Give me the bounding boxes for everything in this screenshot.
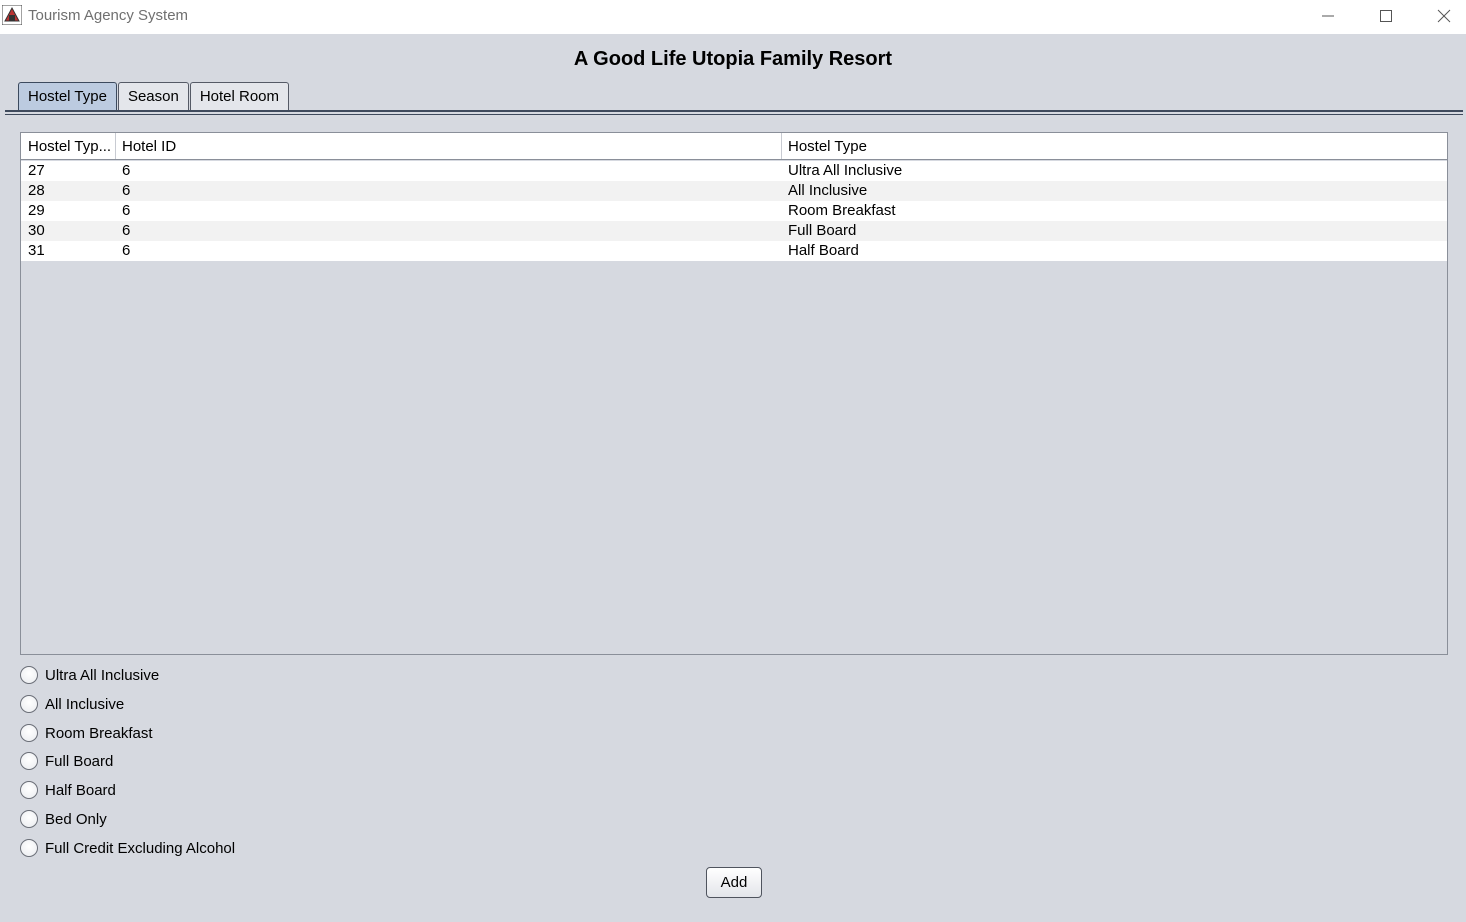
radio-button-icon[interactable]: [20, 810, 38, 828]
cell-hostel-type-id: 28: [28, 182, 45, 199]
window-title: Tourism Agency System: [28, 7, 189, 24]
table-row[interactable]: 28 6 All Inclusive: [21, 181, 1447, 201]
cell-hotel-id: 6: [122, 202, 131, 219]
radio-label: Room Breakfast: [45, 724, 153, 742]
radio-label: All Inclusive: [45, 695, 125, 713]
radio-button-icon[interactable]: [20, 724, 38, 742]
minimize-icon: [1322, 15, 1334, 17]
maximize-button[interactable]: [1357, 0, 1415, 32]
cell-hostel-type: Half Board: [788, 242, 859, 259]
radio-room-breakfast[interactable]: Room Breakfast: [20, 722, 153, 744]
radio-button-icon[interactable]: [20, 752, 38, 770]
title-bar: Tourism Agency System: [0, 0, 1466, 34]
close-button[interactable]: [1415, 0, 1466, 32]
cell-hostel-type-id: 30: [28, 222, 45, 239]
table-row[interactable]: 29 6 Room Breakfast: [21, 201, 1447, 221]
tab-hotel-room[interactable]: Hotel Room: [189, 82, 290, 111]
radio-label: Half Board: [45, 781, 116, 799]
cell-hostel-type-id: 31: [28, 242, 45, 259]
cell-hostel-type: Room Breakfast: [788, 202, 896, 219]
radio-label: Full Credit Excluding Alcohol: [45, 839, 236, 857]
app-icon: [1, 4, 23, 26]
cell-hostel-type: Ultra All Inclusive: [788, 162, 903, 179]
column-header-hotel-id[interactable]: Hotel ID: [115, 133, 782, 159]
table-row[interactable]: 27 6 Ultra All Inclusive: [21, 161, 1447, 181]
cell-hotel-id: 6: [122, 242, 131, 259]
table-row[interactable]: 31 6 Half Board: [21, 241, 1447, 261]
cell-hostel-type: Full Board: [788, 222, 857, 239]
resort-heading: A Good Life Utopia Family Resort: [573, 48, 893, 70]
radio-button-icon[interactable]: [20, 666, 38, 684]
hostel-type-table[interactable]: Hostel Typ... Hotel ID Hostel Type 27 6 …: [20, 132, 1448, 655]
table-row[interactable]: 30 6 Full Board: [21, 221, 1447, 241]
radio-half-board[interactable]: Half Board: [20, 779, 116, 801]
tab-hostel-type[interactable]: Hostel Type: [18, 82, 117, 111]
add-button[interactable]: Add: [706, 867, 762, 898]
close-icon: [1437, 9, 1451, 23]
tab-season[interactable]: Season: [117, 82, 189, 111]
cell-hotel-id: 6: [122, 182, 131, 199]
radio-button-icon[interactable]: [20, 695, 38, 713]
radio-bed-only[interactable]: Bed Only: [20, 808, 107, 830]
radio-ultra-all-inclusive[interactable]: Ultra All Inclusive: [20, 664, 159, 686]
cell-hotel-id: 6: [122, 222, 131, 239]
table-header: Hostel Typ... Hotel ID Hostel Type: [21, 133, 1447, 160]
radio-full-credit-excluding-alcohol[interactable]: Full Credit Excluding Alcohol: [20, 837, 235, 859]
radio-full-board[interactable]: Full Board: [20, 750, 113, 772]
radio-all-inclusive[interactable]: All Inclusive: [20, 693, 124, 715]
radio-label: Ultra All Inclusive: [45, 666, 160, 684]
column-header-hostel-type[interactable]: Hostel Type: [781, 133, 1447, 159]
cell-hotel-id: 6: [122, 162, 131, 179]
tab-bar: Hostel Type Season Hotel Room: [18, 82, 290, 111]
tab-divider: [5, 110, 1463, 115]
radio-button-icon[interactable]: [20, 781, 38, 799]
cell-hostel-type-id: 27: [28, 162, 45, 179]
radio-button-icon[interactable]: [20, 839, 38, 857]
column-header-hostel-type-id[interactable]: Hostel Typ...: [21, 133, 116, 159]
radio-label: Bed Only: [45, 810, 107, 828]
cell-hostel-type: All Inclusive: [788, 182, 868, 199]
maximize-icon: [1380, 10, 1392, 22]
cell-hostel-type-id: 29: [28, 202, 45, 219]
radio-label: Full Board: [45, 752, 114, 770]
minimize-button[interactable]: [1299, 0, 1357, 32]
